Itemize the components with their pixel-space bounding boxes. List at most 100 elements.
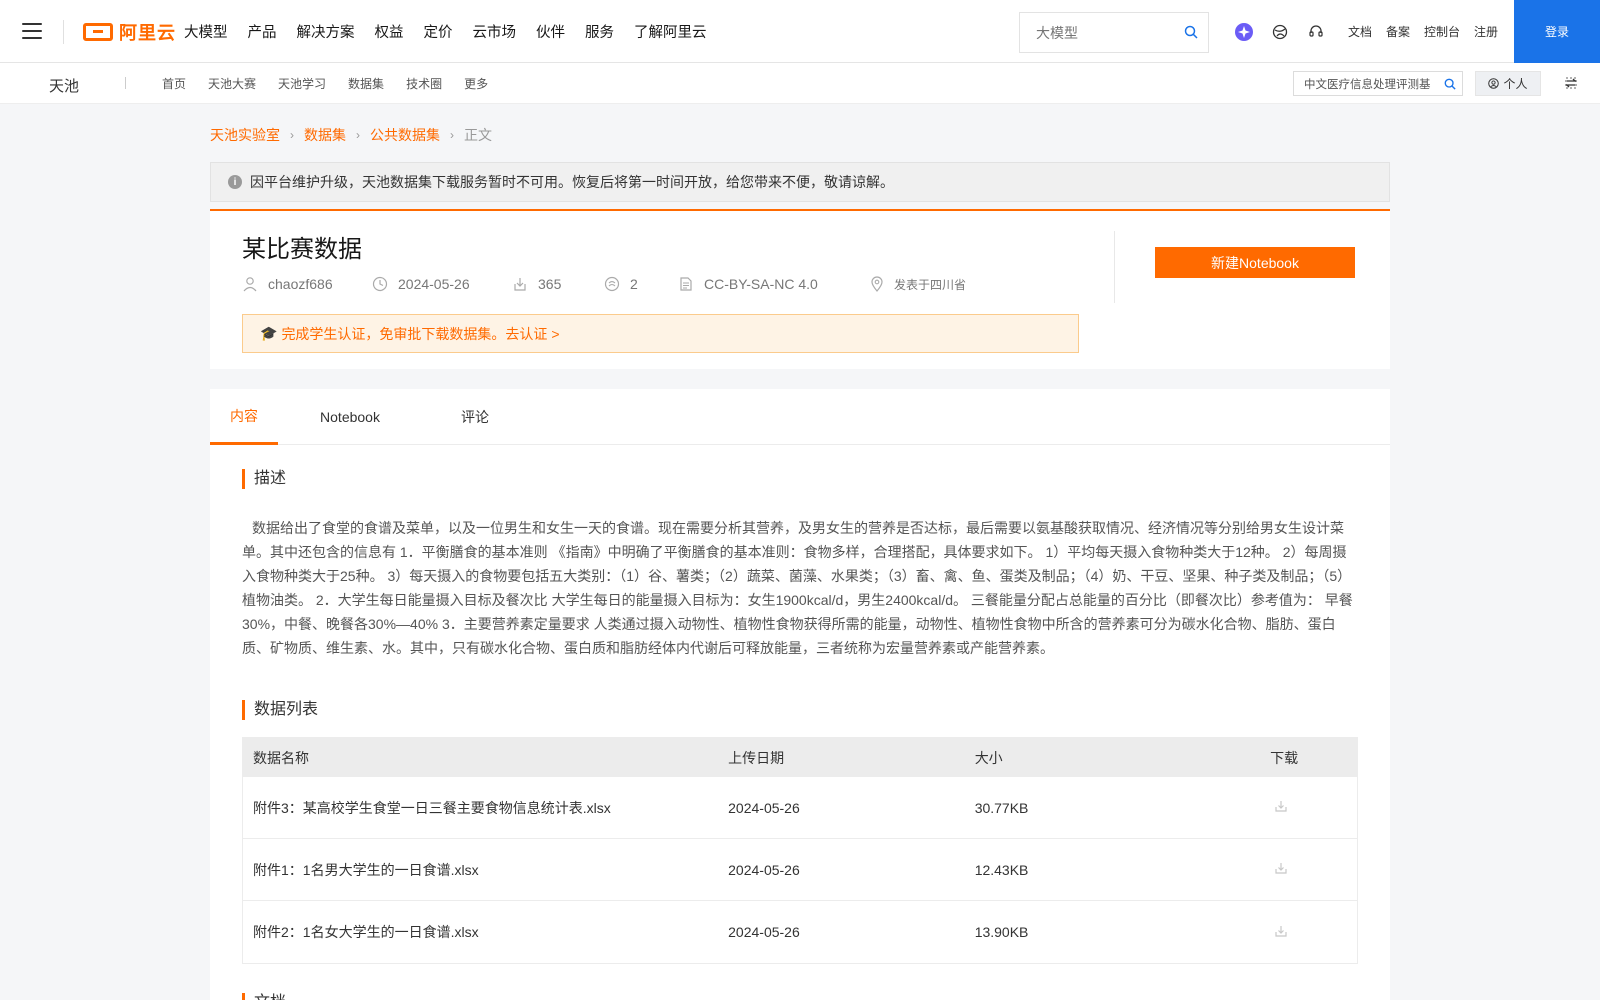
file-date: 2024-05-26 — [728, 799, 800, 816]
file-size: 13.90KB — [974, 924, 1029, 940]
nav-item-pricing[interactable]: 定价 — [424, 21, 453, 42]
global-search-input[interactable] — [1020, 13, 1170, 52]
docs-link[interactable]: 文档 — [1348, 23, 1372, 40]
logo-text: 阿里云 — [119, 23, 176, 43]
maintenance-notice: i 因平台维护升级，天池数据集下载服务暂时不可用。恢复后将第一时间开放，给您带来… — [210, 162, 1390, 202]
publish-location: 发表于四川省 — [894, 277, 967, 292]
graduation-cap-icon: 🎓 — [260, 325, 278, 341]
table-row: 附件2：1名女大学生的一日食谱.xlsx 2024-05-26 13.90KB — [243, 901, 1357, 963]
top-right-tools: 文档 备案 控制台 注册 — [1226, 0, 1498, 63]
divider — [1114, 231, 1115, 303]
section-title-description: 描述 — [242, 469, 286, 489]
search-icon[interactable] — [1184, 25, 1198, 39]
header-size: 大小 — [974, 749, 1003, 766]
breadcrumb-tianchi-lab[interactable]: 天池实验室 — [210, 125, 280, 145]
nav-item-benefits[interactable]: 权益 — [375, 21, 404, 42]
download-icon[interactable] — [1274, 799, 1288, 816]
subnav-tech-circle[interactable]: 技术圈 — [406, 75, 442, 92]
menu-icon[interactable] — [22, 23, 42, 39]
tab-comments[interactable]: 评论 — [450, 389, 500, 445]
citation-icon — [604, 276, 620, 292]
description-text: 数据给出了食堂的食谱及菜单，以及一位男生和女生一天的食谱。现在需要分析其营养，及… — [242, 520, 1353, 656]
subnav-home[interactable]: 首页 — [162, 75, 186, 92]
tab-notebook[interactable]: Notebook — [310, 389, 390, 445]
nav-item-about[interactable]: 了解阿里云 — [634, 21, 707, 42]
header-date: 上传日期 — [728, 749, 785, 766]
header-name: 数据名称 — [253, 749, 309, 766]
file-date: 2024-05-26 — [728, 861, 800, 878]
ai-assistant-icon[interactable] — [1226, 0, 1262, 63]
main-content: 描述 数据给出了食堂的食谱及菜单，以及一位男生和女生一天的食谱。现在需要分析其营… — [210, 445, 1390, 1000]
search-icon[interactable] — [1444, 78, 1456, 90]
nav-item-services[interactable]: 服务 — [585, 21, 614, 42]
main-nav: 大模型 产品 解决方案 权益 定价 云市场 伙伴 服务 了解阿里云 — [184, 0, 727, 63]
subnav-competition[interactable]: 天池大赛 — [208, 75, 256, 92]
top-header: 阿里云 大模型 产品 解决方案 权益 定价 云市场 伙伴 服务 了解阿里云 文档… — [0, 0, 1600, 63]
clock-icon — [372, 276, 388, 292]
divider — [63, 20, 64, 44]
breadcrumb: 天池实验室 › 数据集 › 公共数据集 › 正文 — [210, 125, 492, 145]
nav-item-products[interactable]: 产品 — [248, 21, 277, 42]
citation-count: 2 — [630, 276, 638, 292]
aliyun-logo[interactable]: 阿里云 — [83, 19, 176, 45]
subnav-more[interactable]: 更多 — [464, 75, 488, 92]
tianchi-search-input[interactable] — [1294, 72, 1434, 95]
table-row: 附件1：1名男大学生的一日食谱.xlsx 2024-05-26 12.43KB — [243, 839, 1357, 901]
license: CC-BY-SA-NC 4.0 — [704, 276, 818, 292]
dataset-header: 某比赛数据 chaozf686 2024-05-26 365 2 CC-BY-S… — [210, 209, 1390, 369]
register-link[interactable]: 注册 — [1474, 23, 1498, 40]
file-size: 12.43KB — [974, 861, 1029, 878]
download-icon[interactable] — [1274, 861, 1288, 878]
tianchi-title[interactable]: 天池 — [49, 75, 79, 96]
global-search — [1019, 12, 1209, 53]
student-auth-banner[interactable]: 🎓 完成学生认证，免审批下载数据集。去认证 > — [242, 314, 1079, 353]
tianchi-subnav: 天池 首页 天池大赛 天池学习 数据集 技术圈 更多 个人 — [0, 63, 1600, 104]
nav-item-marketplace[interactable]: 云市场 — [473, 21, 517, 42]
notice-text: 因平台维护升级，天池数据集下载服务暂时不可用。恢复后将第一时间开放，给您带来不便… — [250, 174, 894, 190]
file-date: 2024-05-26 — [728, 924, 800, 940]
subnav-datasets[interactable]: 数据集 — [348, 75, 384, 92]
header-download: 下载 — [1270, 749, 1299, 766]
chevron-right-icon: › — [290, 128, 294, 142]
new-notebook-button[interactable]: 新建Notebook — [1155, 247, 1355, 278]
breadcrumb-public-datasets[interactable]: 公共数据集 — [370, 125, 440, 145]
dataset-meta: chaozf686 2024-05-26 365 2 CC-BY-SA-NC 4… — [242, 275, 966, 293]
chevron-right-icon: › — [356, 128, 360, 142]
table-row: 附件3：某高校学生食堂一日三餐主要食物信息统计表.xlsx 2024-05-26… — [243, 777, 1357, 839]
logo-mark-icon — [83, 23, 113, 41]
author-name[interactable]: chaozf686 — [268, 276, 333, 292]
globe-icon[interactable] — [1262, 0, 1298, 63]
file-size: 30.77KB — [974, 799, 1029, 816]
location-icon — [871, 276, 883, 292]
file-name: 附件3：某高校学生食堂一日三餐主要食物信息统计表.xlsx — [253, 799, 611, 816]
student-auth-text[interactable]: 完成学生认证，免审批下载数据集。去认证 > — [281, 324, 559, 344]
tab-content[interactable]: 内容 — [210, 389, 278, 445]
download-icon[interactable] — [1274, 924, 1288, 941]
nav-item-solutions[interactable]: 解决方案 — [297, 21, 355, 42]
download-count-icon — [514, 278, 526, 291]
personal-button[interactable]: 个人 — [1475, 71, 1541, 96]
chevron-right-icon: › — [450, 128, 454, 142]
login-button[interactable]: 登录 — [1514, 0, 1600, 63]
table-header: 数据名称 上传日期 大小 下载 — [243, 738, 1357, 777]
subnav-learning[interactable]: 天池学习 — [278, 75, 326, 92]
section-title-docs: 文档 — [242, 993, 286, 1000]
breadcrumb-current: 正文 — [464, 127, 492, 143]
section-title-data-list: 数据列表 — [242, 700, 318, 720]
data-list-table: 数据名称 上传日期 大小 下载 附件3：某高校学生食堂一日三餐主要食物信息统计表… — [242, 737, 1358, 964]
tianchi-search — [1293, 71, 1463, 96]
switch-icon[interactable] — [1565, 77, 1577, 89]
sub-nav: 首页 天池大赛 天池学习 数据集 技术圈 更多 — [162, 63, 510, 104]
personal-label: 个人 — [1503, 77, 1528, 91]
user-icon — [1488, 78, 1500, 89]
breadcrumb-datasets[interactable]: 数据集 — [304, 125, 346, 145]
nav-item-partners[interactable]: 伙伴 — [536, 21, 565, 42]
console-link[interactable]: 控制台 — [1424, 23, 1460, 40]
download-count: 365 — [538, 276, 562, 292]
nav-item-large-model[interactable]: 大模型 — [184, 21, 228, 42]
icp-filing-link[interactable]: 备案 — [1386, 23, 1410, 40]
content-tabs: 内容 Notebook 评论 — [210, 389, 1390, 445]
dataset-title: 某比赛数据 — [242, 236, 362, 263]
info-icon: i — [228, 175, 242, 189]
headset-icon[interactable] — [1298, 0, 1334, 63]
